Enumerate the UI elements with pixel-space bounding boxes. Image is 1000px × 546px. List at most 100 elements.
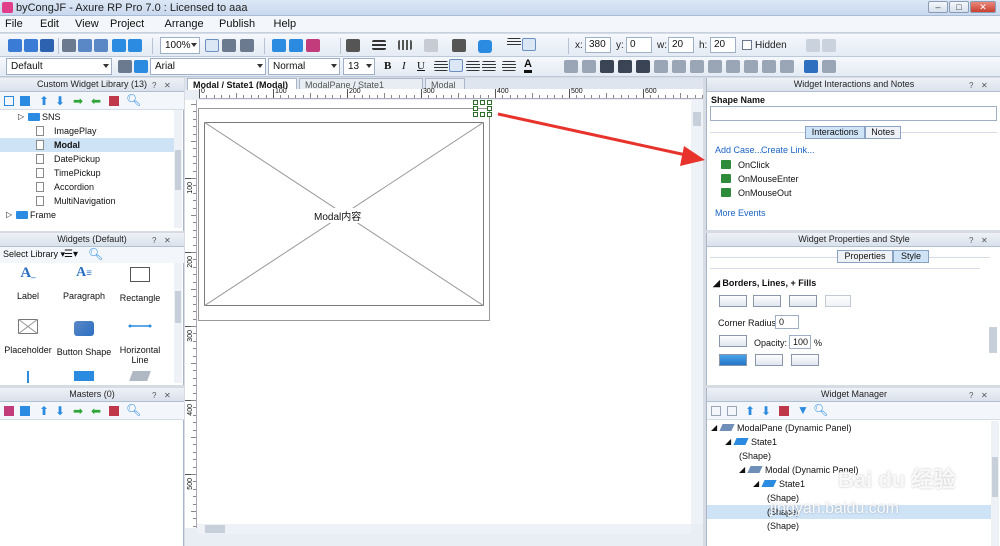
search-icon[interactable]: 🔍︎ — [88, 247, 103, 261]
manager-scrollbar[interactable] — [991, 421, 999, 546]
search-icon[interactable]: 🔍︎ — [813, 403, 828, 417]
duplicate-state-icon[interactable] — [727, 406, 737, 416]
add-case-link[interactable]: Add Case... — [715, 145, 762, 155]
menu-project[interactable]: Project — [110, 18, 144, 30]
widget-rectangle[interactable]: Rectangle — [112, 265, 168, 303]
float-icon[interactable]: ✕ — [164, 234, 171, 247]
float-icon[interactable]: ✕ — [164, 389, 171, 402]
outer-shadow-button[interactable] — [719, 354, 747, 366]
library-item[interactable]: ▷ Frame — [0, 208, 174, 222]
paste-icon[interactable] — [94, 39, 108, 52]
lock-icon[interactable] — [804, 60, 818, 73]
align-center-icon[interactable] — [449, 59, 463, 72]
inner-shadow-button[interactable] — [755, 354, 783, 366]
align-bottom-obj-icon[interactable] — [744, 60, 758, 73]
help-icon[interactable]: ? — [152, 389, 156, 402]
line-weight-button[interactable] — [753, 295, 781, 307]
align-top-icon[interactable] — [507, 38, 521, 46]
arrow-style-button[interactable] — [825, 295, 851, 307]
properties-scrollbar[interactable] — [989, 327, 997, 353]
move-up-icon[interactable]: ⬆ — [39, 404, 49, 418]
widget-label[interactable]: A_ Label — [0, 265, 56, 301]
outdent-icon[interactable]: ⬅ — [91, 404, 101, 418]
collapse-icon[interactable]: ◢ — [725, 435, 731, 449]
align-left-icon[interactable] — [434, 61, 448, 71]
add-state-icon[interactable] — [711, 406, 721, 416]
align-right-icon[interactable] — [466, 61, 480, 71]
collapse-icon[interactable]: ◢ — [711, 421, 717, 435]
widget-manager-item[interactable]: (Shape) — [707, 519, 997, 533]
float-icon[interactable]: ✕ — [981, 79, 988, 92]
distribute-v-icon[interactable] — [780, 60, 794, 73]
font-color-button[interactable]: A — [524, 59, 532, 73]
help-icon[interactable]: ? — [152, 79, 156, 92]
collapse-icon[interactable]: ◢ — [753, 477, 759, 491]
event-onmouseout[interactable]: OnMouseOut — [721, 186, 921, 200]
y-field[interactable]: 0 — [626, 37, 652, 53]
canvas-hscrollbar[interactable] — [197, 524, 691, 534]
align-top-obj-icon[interactable] — [708, 60, 722, 73]
search-icon[interactable]: 🔍︎ — [126, 93, 141, 107]
save-icon[interactable] — [40, 39, 54, 52]
arrow-style-icon[interactable] — [424, 39, 438, 52]
float-icon[interactable]: ✕ — [164, 79, 171, 92]
minimize-button[interactable]: – — [928, 1, 948, 13]
float-icon[interactable]: ✕ — [981, 234, 988, 247]
delete-icon[interactable] — [109, 96, 119, 106]
move-down-icon[interactable]: ⬇ — [761, 404, 771, 418]
widgets-scrollbar[interactable] — [174, 263, 182, 383]
open-icon[interactable] — [24, 39, 38, 52]
borders-section-title[interactable]: ◢ Borders, Lines, + Fills — [713, 278, 816, 289]
menu-icon[interactable]: ☰▾ — [64, 249, 78, 260]
tab-style[interactable]: Style — [893, 250, 929, 263]
x-field[interactable]: 380 — [585, 37, 611, 53]
indent-icon[interactable]: ➡ — [73, 94, 83, 108]
align-left-obj-icon[interactable] — [654, 60, 668, 73]
shadow-icon[interactable] — [478, 40, 492, 53]
tab-properties[interactable]: Properties — [837, 250, 893, 263]
filter-icon[interactable]: ▼ — [797, 403, 809, 417]
underline-button[interactable]: U — [417, 60, 425, 72]
hotspot-icon[interactable] — [56, 371, 112, 385]
add-master-icon[interactable] — [4, 406, 14, 416]
distribute-h-icon[interactable] — [762, 60, 776, 73]
collapse-icon[interactable]: ◢ — [739, 463, 745, 477]
font-select[interactable]: Arial — [150, 58, 266, 75]
line-pattern-button[interactable] — [789, 295, 817, 307]
dynamic-panel-icon[interactable] — [112, 371, 168, 385]
font-size-select[interactable]: 13 — [343, 58, 375, 75]
delete-icon[interactable] — [109, 406, 119, 416]
border-color-button[interactable] — [719, 295, 747, 307]
widget-paragraph[interactable]: A≡ Paragraph — [56, 265, 112, 301]
move-down-icon[interactable]: ⬇ — [55, 94, 65, 108]
help-icon[interactable]: ? — [969, 79, 973, 92]
connect-mode-icon[interactable] — [222, 39, 236, 52]
widget-manager-item[interactable]: ◢ State1 — [707, 435, 997, 449]
more-events-link[interactable]: More Events — [715, 208, 766, 218]
line-weight-icon[interactable] — [372, 40, 386, 50]
font-weight-select[interactable]: Normal — [268, 58, 340, 75]
add-folder-icon[interactable] — [20, 96, 30, 106]
style-select[interactable]: Default — [6, 58, 112, 75]
new-icon[interactable] — [8, 39, 22, 52]
copy-icon[interactable] — [78, 39, 92, 52]
menu-help[interactable]: Help — [274, 18, 297, 30]
create-link-link[interactable]: Create Link... — [761, 145, 815, 155]
fill-color-icon[interactable] — [452, 39, 466, 52]
group-icon[interactable] — [806, 39, 820, 52]
h-field[interactable]: 20 — [710, 37, 736, 53]
move-up-icon[interactable]: ⬆ — [745, 404, 755, 418]
widget-button-shape[interactable]: Button Shape — [56, 319, 112, 357]
opacity-field[interactable]: 100 — [789, 335, 811, 349]
library-item[interactable]: Modal — [0, 138, 174, 152]
indent-icon[interactable]: ➡ — [73, 404, 83, 418]
bullets-icon[interactable] — [502, 61, 516, 71]
library-item[interactable]: MultiNavigation — [0, 194, 174, 208]
undo-icon[interactable] — [112, 39, 126, 52]
align-objects-icon[interactable] — [600, 60, 614, 73]
italic-button[interactable]: I — [402, 60, 406, 72]
hidden-checkbox[interactable] — [742, 40, 752, 50]
expand-icon[interactable]: ▷ — [18, 110, 24, 124]
library-item[interactable]: ▷ SNS — [0, 110, 174, 124]
maximize-button[interactable]: □ — [949, 1, 969, 13]
